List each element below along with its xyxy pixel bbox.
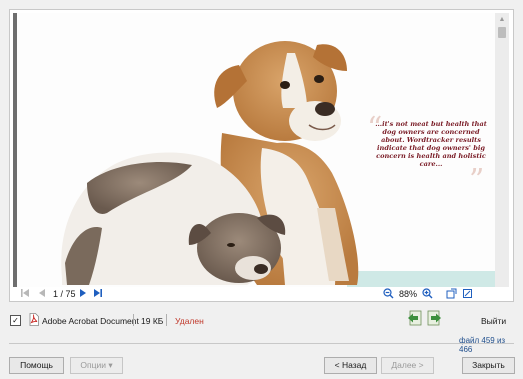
- document-area: “ ...it's not meat but health that dog o…: [13, 13, 509, 287]
- last-page-icon[interactable]: [93, 288, 103, 301]
- pdf-file-icon: [29, 313, 39, 328]
- file-type: Adobe Acrobat Document: [42, 316, 139, 326]
- zoom-in-icon[interactable]: [422, 288, 433, 302]
- next-file-icon[interactable]: [426, 310, 442, 328]
- first-page-icon[interactable]: [20, 288, 30, 301]
- close-quote-mark: ”: [469, 163, 485, 198]
- fit-page-icon[interactable]: [462, 288, 473, 302]
- divider-line: [9, 343, 514, 344]
- rotate-icon[interactable]: [446, 288, 457, 302]
- help-button[interactable]: Помощь: [9, 357, 64, 374]
- scroll-thumb[interactable]: [498, 27, 506, 38]
- next-page-icon[interactable]: [78, 288, 88, 301]
- file-status: Удален: [175, 316, 204, 326]
- file-size: 19 КБ: [141, 316, 164, 326]
- zoom-out-icon[interactable]: [383, 288, 394, 302]
- file-checkbox[interactable]: ✓: [10, 315, 21, 326]
- page-indicator: 1 / 75: [53, 289, 76, 299]
- back-button[interactable]: < Назад: [324, 357, 377, 374]
- scroll-up-icon[interactable]: ▲: [498, 16, 506, 24]
- previous-file-icon[interactable]: [407, 310, 423, 328]
- next-button[interactable]: Далее >: [381, 357, 434, 374]
- quote-text: ...it's not meat but health that dog own…: [375, 120, 487, 168]
- options-button[interactable]: Опции ▾: [70, 357, 123, 374]
- exit-link[interactable]: Выйти: [481, 316, 506, 326]
- close-button[interactable]: Закрыть: [462, 357, 515, 374]
- previous-page-icon[interactable]: [37, 288, 47, 301]
- viewer-toolbar: 1 / 75 88%: [10, 287, 513, 301]
- pdf-preview-panel: “ ...it's not meat but health that dog o…: [9, 9, 514, 302]
- file-counter: файл 459 из 466: [459, 336, 506, 354]
- zoom-level: 88%: [399, 289, 418, 299]
- divider: [133, 314, 134, 326]
- document-page[interactable]: “ ...it's not meat but health that dog o…: [17, 13, 495, 287]
- vertical-scrollbar[interactable]: ▲: [495, 13, 509, 287]
- file-info-bar: ✓ Adobe Acrobat Document 19 КБ Удален Вы…: [9, 307, 514, 354]
- divider: [166, 314, 167, 326]
